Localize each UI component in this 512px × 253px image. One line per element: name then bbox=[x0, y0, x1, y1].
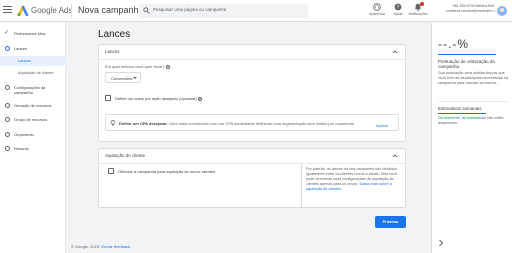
target-cpa-label: Definir um custo por ação desejado (opci… bbox=[115, 96, 202, 101]
chevron-up-icon[interactable] bbox=[392, 153, 398, 159]
estimates-text: No momento, as estimativas não estão dis… bbox=[438, 116, 504, 125]
notifications-label: Notificações bbox=[408, 12, 428, 16]
card-vertical-divider bbox=[301, 164, 302, 208]
cpa-suggestion-text: Definir um CPA desejado: Gere mais conve… bbox=[119, 121, 354, 126]
acquisition-note: Por padrão, os lances da sua campanha sã… bbox=[306, 167, 398, 192]
search-icon bbox=[143, 7, 150, 14]
sidebar-item-summary[interactable]: Resumo bbox=[0, 143, 66, 155]
cpa-suggestion-body: Gere mais conversões com um CPA semelhan… bbox=[168, 121, 355, 126]
bids-card-header: Lances bbox=[105, 49, 120, 54]
search-box[interactable]: Pesquisar uma página ou campanha bbox=[139, 4, 308, 18]
help-button[interactable]: ? Ajuda bbox=[387, 3, 409, 16]
sidebar-item-label: Geração de recursos bbox=[14, 103, 52, 108]
sidebar-subitem-lances[interactable]: Lances bbox=[0, 56, 66, 66]
card-divider bbox=[99, 59, 405, 60]
score-bar bbox=[438, 54, 496, 55]
sidebar-item-lances[interactable]: Lances bbox=[0, 43, 66, 55]
estimates-title: Estimativas semanais bbox=[438, 106, 482, 111]
card-divider bbox=[99, 163, 405, 164]
help-label: Ajuda bbox=[393, 12, 403, 16]
google-ads-logo bbox=[17, 5, 29, 16]
new-customer-checkbox[interactable] bbox=[108, 168, 114, 174]
svg-text:?: ? bbox=[397, 5, 400, 11]
optimization-score-text: Sua pontuação será exibida depois que vo… bbox=[438, 71, 509, 85]
metric-select-value: Conversões bbox=[111, 76, 133, 81]
metric-question: Em qual métrica você quer focar? ? bbox=[105, 64, 170, 69]
step-circle-icon bbox=[5, 132, 10, 137]
sidebar-item-label: Resumo bbox=[14, 146, 29, 151]
sidebar-item-label: Lances bbox=[14, 46, 27, 51]
optimization-score: --.-% bbox=[438, 37, 469, 51]
sidebar: Performance Max Lances Lances Aquisição … bbox=[0, 23, 66, 253]
new-customer-label: Otimizar a campanha para aquisição de no… bbox=[118, 169, 216, 174]
topbar-divider bbox=[71, 4, 72, 18]
avatar[interactable] bbox=[497, 6, 507, 16]
feedback-link[interactable]: Enviar feedback bbox=[101, 244, 130, 249]
account-email: rosfibeza.carolina@martinlevi.c... bbox=[446, 9, 498, 13]
apply-button[interactable]: Aplicar bbox=[376, 123, 388, 128]
notification-badge bbox=[420, 2, 424, 6]
check-icon bbox=[4, 29, 10, 36]
customer-acquisition-card: Aquisição de cliente Otimizar a campanha… bbox=[98, 148, 406, 208]
step-circle-icon bbox=[5, 146, 10, 151]
campaign-title: Nova campanha bbox=[78, 5, 144, 15]
sidebar-item-asset-group[interactable]: Grupo de recursos bbox=[0, 114, 66, 126]
step-circle-icon bbox=[5, 117, 10, 122]
sidebar-subitem-label: Lances bbox=[18, 58, 31, 63]
account-info[interactable]: 581-559-6700 Martina Bell rosfibeza.caro… bbox=[446, 4, 498, 14]
help-circle-icon[interactable]: ? bbox=[165, 64, 170, 69]
sidebar-subitem-customer-acquisition[interactable]: Aquisição de cliente bbox=[0, 68, 66, 78]
estimates-underline bbox=[438, 113, 486, 114]
page-title: Lances bbox=[98, 29, 131, 40]
brand-name: Google Ads bbox=[31, 6, 73, 15]
step-circle-icon bbox=[5, 85, 10, 90]
lightbulb-icon bbox=[110, 120, 116, 126]
metric-select[interactable]: Conversões bbox=[105, 72, 141, 83]
bids-card: Lances Em qual métrica você quer focar? … bbox=[98, 44, 406, 142]
metric-question-text: Em qual métrica você quer focar? bbox=[105, 64, 165, 69]
sidebar-item-label: Performance Max bbox=[14, 31, 46, 36]
cpa-suggestion: Definir um CPA desejado: Gere mais conve… bbox=[105, 114, 399, 131]
cpa-suggestion-title: Definir um CPA desejado: bbox=[119, 121, 168, 126]
sidebar-item-label: Grupo de recursos bbox=[14, 117, 48, 122]
appearance-button[interactable]: Aparência bbox=[366, 3, 388, 16]
acquisition-card-header: Aquisição de cliente bbox=[105, 153, 146, 158]
menu-icon[interactable] bbox=[3, 6, 12, 15]
step-circle-icon bbox=[5, 103, 10, 108]
sidebar-subitem-label: Aquisição de cliente bbox=[18, 70, 54, 75]
footer: © Google, 2023. Enviar feedback bbox=[71, 244, 130, 249]
appearance-label: Aparência bbox=[369, 12, 385, 16]
caret-down-icon bbox=[133, 77, 137, 79]
palette-icon bbox=[373, 3, 381, 11]
target-cpa-checkbox[interactable] bbox=[105, 95, 111, 101]
step-circle-icon bbox=[5, 46, 10, 51]
search-placeholder: Pesquisar uma página ou campanha bbox=[153, 7, 227, 12]
next-button[interactable]: Próximo bbox=[375, 216, 406, 228]
target-cpa-label-text: Definir um custo por ação desejado (opci… bbox=[115, 96, 197, 101]
optimization-score-title: Pontuação de otimização da campanha bbox=[438, 59, 495, 69]
sidebar-item-budget[interactable]: Orçamento bbox=[0, 129, 66, 141]
help-icon: ? bbox=[394, 3, 402, 11]
sidebar-item-asset-generation[interactable]: Geração de recursos bbox=[0, 100, 66, 112]
help-circle-icon[interactable]: ? bbox=[197, 96, 202, 101]
sidebar-item-label: Orçamento bbox=[14, 132, 34, 137]
top-bar: Google Ads Nova campanha Pesquisar uma p… bbox=[0, 0, 512, 22]
notifications-button[interactable]: Notificações bbox=[407, 2, 429, 16]
sidebar-item-campaign-settings[interactable]: Configurações da campanha bbox=[0, 82, 66, 98]
chevron-right-icon[interactable] bbox=[438, 239, 444, 247]
panel-divider bbox=[438, 101, 508, 102]
sidebar-item-performance-max[interactable]: Performance Max bbox=[0, 28, 66, 40]
sidebar-item-label: Configurações da campanha bbox=[14, 85, 46, 95]
chevron-up-icon[interactable] bbox=[392, 49, 398, 55]
copyright: © Google, 2023. bbox=[71, 244, 101, 249]
right-panel: --.-% Pontuação de otimização da campanh… bbox=[431, 23, 512, 253]
